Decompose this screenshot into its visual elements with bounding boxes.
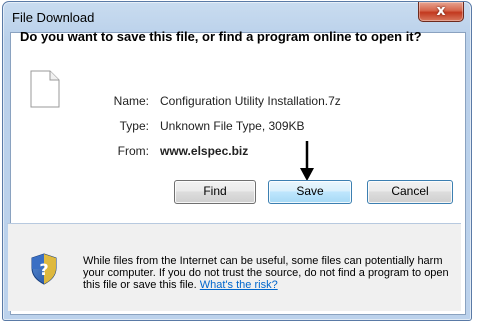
save-button[interactable]: Save [268, 180, 352, 204]
window-title: File Download [12, 10, 95, 25]
name-label: Name: [113, 94, 149, 108]
cancel-button[interactable]: Cancel [367, 180, 453, 204]
shield-question-icon: ? [31, 253, 57, 285]
down-arrow-icon [300, 141, 314, 181]
type-label: Type: [119, 119, 149, 133]
find-button[interactable]: Find [174, 180, 256, 204]
whats-the-risk-link[interactable]: What's the risk? [200, 279, 278, 291]
svg-text:?: ? [39, 260, 48, 279]
file-icon [30, 70, 60, 108]
file-type-value: Unknown File Type, 309KB [160, 119, 305, 133]
warning-message: While files from the Internet can be use… [83, 255, 459, 291]
file-name-value: Configuration Utility Installation.7z [160, 94, 341, 108]
download-question: Do you want to save this file, or find a… [20, 29, 422, 44]
title-bar[interactable]: File Download x [3, 2, 471, 32]
file-source-value: www.elspec.biz [160, 144, 249, 158]
from-label: From: [117, 144, 149, 158]
close-icon: x [436, 3, 446, 19]
close-button[interactable]: x [418, 2, 464, 22]
